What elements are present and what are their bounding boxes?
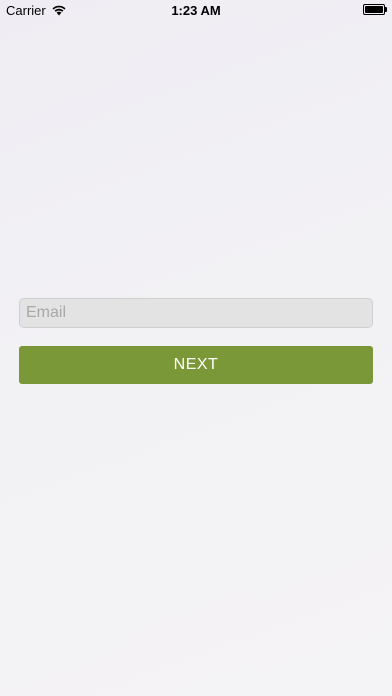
next-button[interactable]: NEXT: [19, 346, 373, 384]
status-bar: Carrier 1:23 AM: [0, 0, 392, 20]
battery-icon: [363, 4, 387, 15]
login-form: NEXT: [19, 298, 373, 384]
email-field[interactable]: [19, 298, 373, 328]
status-time: 1:23 AM: [171, 3, 221, 18]
battery-tip: [385, 7, 387, 12]
battery-fill: [365, 6, 383, 13]
